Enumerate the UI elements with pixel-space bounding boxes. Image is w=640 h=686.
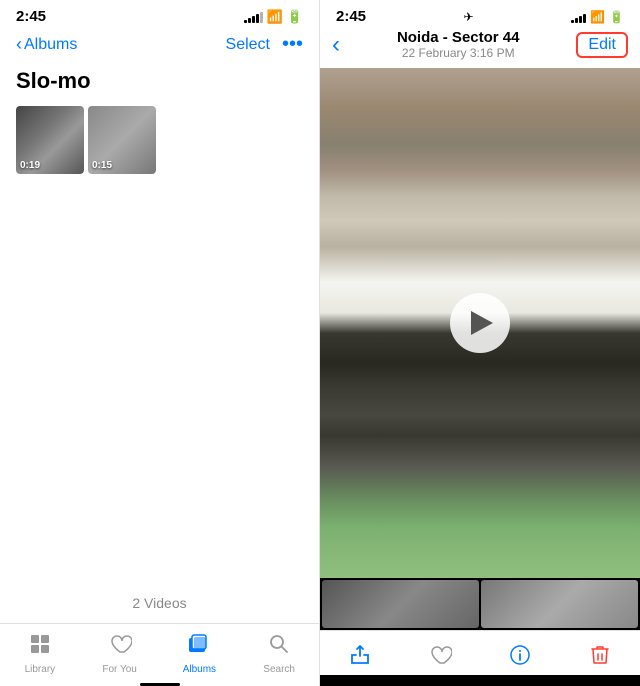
info-button[interactable] [496, 639, 544, 671]
more-icon: ••• [282, 33, 303, 56]
select-button[interactable]: Select [226, 36, 270, 54]
bar1 [244, 20, 247, 23]
tab-search[interactable]: Search [239, 632, 319, 675]
right-status-icons: 📶 🔋 [571, 10, 624, 24]
favorite-button[interactable] [416, 639, 464, 671]
video-subtitle: 22 February 3:16 PM [340, 46, 576, 60]
video-thumbnail-2[interactable]: 0:15 [88, 106, 156, 174]
albums-back-label: Albums [24, 36, 77, 54]
video-duration-1: 0:19 [20, 160, 40, 171]
right-back-button[interactable]: ‹ [332, 31, 340, 59]
film-thumb-1 [322, 580, 479, 628]
share-button[interactable] [336, 639, 384, 671]
right-title-area: Noida - Sector 44 22 February 3:16 PM [340, 29, 576, 60]
right-location-icon: ✈ [464, 10, 474, 24]
right-panel: 2:45 ✈ 📶 🔋 ‹ Noida - Sector 44 22 Februa… [320, 0, 640, 686]
left-time: 2:45 [16, 8, 46, 25]
edit-button[interactable]: Edit [576, 32, 628, 58]
battery-icon: 🔋 [287, 9, 303, 25]
right-time: 2:45 [336, 8, 366, 25]
search-label: Search [263, 664, 295, 675]
right-signal [571, 11, 586, 23]
thumbnails-grid: 0:19 0:15 [0, 106, 319, 174]
for-you-icon [108, 632, 132, 662]
library-icon [28, 632, 52, 662]
rbar1 [571, 20, 574, 23]
for-you-label: For You [102, 664, 136, 675]
albums-icon [187, 632, 211, 662]
tab-for-you[interactable]: For You [80, 632, 160, 675]
left-status-bar: 2:45 📶 🔋 [0, 0, 319, 29]
right-battery-icon: 🔋 [609, 10, 624, 24]
library-label: Library [25, 664, 56, 675]
rbar3 [579, 16, 582, 23]
rbar4 [583, 14, 586, 23]
home-indicator-right [460, 679, 500, 682]
film-thumb-2 [481, 580, 638, 628]
video-duration-2: 0:15 [92, 160, 112, 171]
right-nav: ‹ Noida - Sector 44 22 February 3:16 PM … [320, 27, 640, 68]
left-tab-bar: Library For You Albums [0, 623, 319, 679]
spacer [0, 174, 319, 595]
search-icon [267, 632, 291, 662]
bar5 [260, 12, 263, 23]
video-title: Noida - Sector 44 [340, 29, 576, 46]
more-button[interactable]: ••• [282, 33, 303, 56]
right-wifi-icon: 📶 [590, 10, 605, 24]
video-container[interactable] [320, 68, 640, 578]
bar3 [252, 16, 255, 23]
album-title: Slo-mo [0, 64, 319, 106]
delete-button[interactable] [576, 639, 624, 671]
play-button[interactable] [450, 293, 510, 353]
rbar2 [575, 18, 578, 23]
tab-albums[interactable]: Albums [160, 632, 240, 675]
signal-bars [244, 11, 263, 23]
right-toolbar [320, 630, 640, 675]
videos-count: 2 Videos [0, 595, 319, 623]
bar4 [256, 14, 259, 23]
video-thumbnail-1[interactable]: 0:19 [16, 106, 84, 174]
left-nav: ‹ Albums Select ••• [0, 29, 319, 64]
albums-label: Albums [183, 664, 216, 675]
left-panel: 2:45 📶 🔋 ‹ Albums Select ••• Slo-mo [0, 0, 320, 686]
albums-back-button[interactable]: ‹ Albums [16, 34, 77, 55]
back-chevron-icon: ‹ [16, 34, 22, 55]
wifi-icon: 📶 [267, 9, 283, 25]
left-status-icons: 📶 🔋 [244, 9, 303, 25]
bar2 [248, 18, 251, 23]
nav-actions: Select ••• [226, 33, 303, 56]
film-strip [320, 578, 640, 630]
play-icon [471, 311, 493, 335]
tab-library[interactable]: Library [0, 632, 80, 675]
